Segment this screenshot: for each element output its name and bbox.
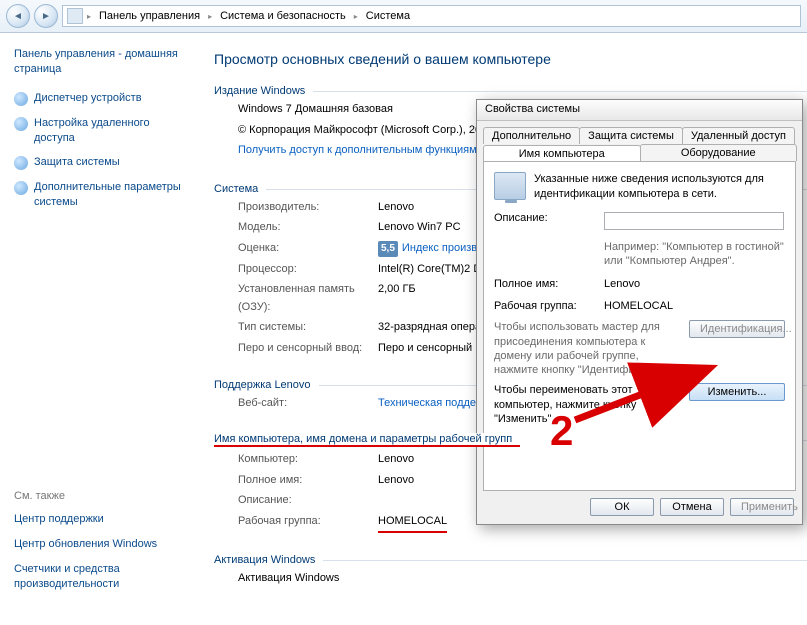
vendor-value: Lenovo xyxy=(378,199,414,217)
workgroup-value: HOMELOCAL xyxy=(378,513,447,533)
model-label: Модель: xyxy=(238,219,378,237)
section-windows-edition: Издание Windows xyxy=(214,85,787,97)
shield-icon xyxy=(14,92,28,106)
sidebar-item-protection[interactable]: Защита системы xyxy=(14,155,190,170)
dialog-fullname-label: Полное имя: xyxy=(494,278,604,290)
chevron-right-icon: ▸ xyxy=(354,12,358,21)
computer-label: Компьютер: xyxy=(238,451,378,469)
dialog-workgroup-value: HOMELOCAL xyxy=(604,300,673,312)
sidebar-item-label: Защита системы xyxy=(34,155,120,170)
dialog-fullname-value: Lenovo xyxy=(604,278,640,290)
computer-value: Lenovo xyxy=(378,451,414,469)
see-also-windows-update[interactable]: Центр обновления Windows xyxy=(14,537,190,552)
computer-icon xyxy=(494,172,526,200)
sidebar-item-device-manager[interactable]: Диспетчер устройств xyxy=(14,91,190,106)
back-button[interactable]: ◄ xyxy=(6,4,30,28)
apply-button[interactable]: Применить xyxy=(730,498,794,516)
ram-label: Установленная память (ОЗУ): xyxy=(238,281,378,316)
crumb-root[interactable]: Панель управления xyxy=(95,8,204,24)
website-label: Веб-сайт: xyxy=(238,395,378,413)
description-label: Описание: xyxy=(238,492,378,510)
system-properties-dialog: Свойства системы Дополнительно Защита си… xyxy=(476,99,803,525)
dialog-description-label: Описание: xyxy=(494,212,604,230)
see-also-perf-tools[interactable]: Счетчики и средства производительности xyxy=(14,562,190,592)
rating-label: Оценка: xyxy=(238,240,378,258)
shield-icon xyxy=(14,156,28,170)
change-hint: Чтобы переименовать этот компьютер, нажм… xyxy=(494,383,681,426)
chevron-right-icon: ▸ xyxy=(87,12,91,21)
system-type-label: Тип системы: xyxy=(238,319,378,337)
control-panel-icon xyxy=(67,8,83,24)
crumb-page[interactable]: Система xyxy=(362,8,414,24)
section-activation: Активация Windows xyxy=(214,554,787,566)
cancel-button[interactable]: Отмена xyxy=(660,498,724,516)
dialog-info-text: Указанные ниже сведения используются для… xyxy=(534,172,785,202)
fullname-label: Полное имя: xyxy=(238,472,378,490)
activation-status: Активация Windows xyxy=(238,570,339,588)
see-also-action-center[interactable]: Центр поддержки xyxy=(14,512,190,527)
sidebar-home-link[interactable]: Панель управления - домашняя страница xyxy=(14,47,190,77)
sidebar-item-remote[interactable]: Настройка удаленного доступа xyxy=(14,116,190,146)
breadcrumb[interactable]: ▸ Панель управления ▸ Система и безопасн… xyxy=(62,5,801,27)
sidebar-item-label: Дополнительные параметры системы xyxy=(34,180,190,210)
forward-button[interactable]: ► xyxy=(34,4,58,28)
sidebar: Панель управления - домашняя страница Ди… xyxy=(0,33,200,625)
vendor-label: Производитель: xyxy=(238,199,378,217)
fullname-value: Lenovo xyxy=(378,472,414,490)
sidebar-item-label: Диспетчер устройств xyxy=(34,91,142,106)
tab-protection[interactable]: Защита системы xyxy=(579,127,683,144)
dialog-workgroup-label: Рабочая группа: xyxy=(494,300,604,312)
workgroup-label: Рабочая группа: xyxy=(238,513,378,533)
ok-button[interactable]: ОК xyxy=(590,498,654,516)
tab-body-computer-name: Указанные ниже сведения используются для… xyxy=(483,161,796,491)
tab-computer-name[interactable]: Имя компьютера xyxy=(483,145,641,162)
sidebar-item-advanced[interactable]: Дополнительные параметры системы xyxy=(14,180,190,210)
address-bar: ◄ ► ▸ Панель управления ▸ Система и безо… xyxy=(0,0,807,33)
rating-badge: 5,5 xyxy=(378,241,398,257)
cpu-label: Процессор: xyxy=(238,261,378,279)
windows-edition-name: Windows 7 Домашняя базовая xyxy=(238,101,393,119)
tab-hardware[interactable]: Оборудование xyxy=(640,144,798,161)
dialog-title: Свойства системы xyxy=(477,100,802,121)
description-hint: Например: "Компьютер в гостиной" или "Ко… xyxy=(604,240,784,269)
model-value: Lenovo Win7 PC xyxy=(378,219,461,237)
description-input[interactable] xyxy=(604,212,784,230)
tab-remote[interactable]: Удаленный доступ xyxy=(682,127,795,144)
tab-advanced[interactable]: Дополнительно xyxy=(483,127,580,144)
page-title: Просмотр основных сведений о вашем компь… xyxy=(214,51,787,67)
ram-value: 2,00 ГБ xyxy=(378,281,416,316)
change-button[interactable]: Изменить... xyxy=(689,383,785,401)
crumb-category[interactable]: Система и безопасность xyxy=(216,8,350,24)
identify-hint: Чтобы использовать мастер для присоедине… xyxy=(494,320,681,377)
sidebar-item-label: Настройка удаленного доступа xyxy=(34,116,190,146)
chevron-right-icon: ▸ xyxy=(208,12,212,21)
shield-icon xyxy=(14,117,28,131)
see-also-heading: См. также xyxy=(14,490,190,502)
identify-button[interactable]: Идентификация... xyxy=(689,320,785,338)
shield-icon xyxy=(14,181,28,195)
pen-label: Перо и сенсорный ввод: xyxy=(238,340,378,358)
